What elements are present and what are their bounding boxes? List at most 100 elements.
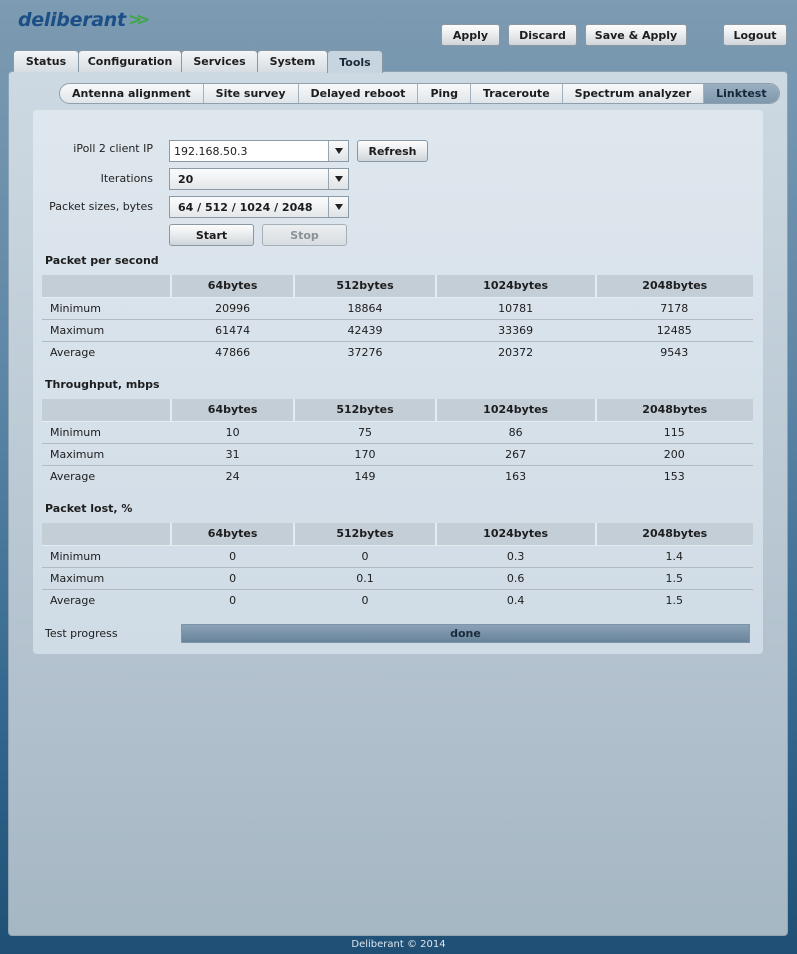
row-label: Average xyxy=(50,469,96,483)
row-label: Minimum xyxy=(42,545,171,568)
table-cell: 42439 xyxy=(294,319,436,342)
main-tab-bar: Status Configuration Services System Too… xyxy=(13,50,383,73)
column-header xyxy=(42,275,171,297)
row-label: Average xyxy=(50,345,96,359)
footer-copyright: Deliberant © 2014 xyxy=(351,939,446,950)
tab-tools[interactable]: Tools xyxy=(327,50,383,73)
throughput-table: 64bytes 512bytes 1024bytes 2048bytes Min… xyxy=(42,399,753,487)
table-cell: 12485 xyxy=(595,319,753,342)
packet-lost-title: Packet lost, % xyxy=(45,502,133,515)
table-cell: 200 xyxy=(595,443,753,466)
table-cell: 0 xyxy=(171,567,295,590)
tab-services[interactable]: Services xyxy=(181,50,258,72)
table-cell: 153 xyxy=(663,469,685,483)
table-cell: 0 xyxy=(361,593,369,607)
subtab-site-survey[interactable]: Site survey xyxy=(204,84,299,103)
table-cell: 9543 xyxy=(660,345,689,359)
table-row: Average 47866 37276 20372 9543 xyxy=(42,341,753,363)
table-cell: 18864 xyxy=(294,297,436,320)
table-cell: 0.1 xyxy=(294,567,436,590)
discard-button[interactable]: Discard xyxy=(508,24,577,46)
start-button[interactable]: Start xyxy=(169,224,254,246)
table-cell: 149 xyxy=(354,469,376,483)
table-cell: 1.5 xyxy=(595,567,753,590)
table-header-row: 64bytes 512bytes 1024bytes 2048bytes xyxy=(42,399,753,421)
iterations-label: Iterations xyxy=(100,172,153,185)
table-cell: 7178 xyxy=(595,297,753,320)
subtab-spectrum-analyzer[interactable]: Spectrum analyzer xyxy=(563,84,705,103)
row-label: Minimum xyxy=(42,421,171,444)
table-cell: 0.3 xyxy=(435,545,596,568)
table-header-row: 64bytes 512bytes 1024bytes 2048bytes xyxy=(42,275,753,297)
column-header: 512bytes xyxy=(293,275,436,297)
chevron-down-icon[interactable] xyxy=(328,141,348,161)
table-cell: 20372 xyxy=(498,345,534,359)
row-label: Maximum xyxy=(42,443,171,466)
table-cell: 0.4 xyxy=(506,593,525,607)
subtab-traceroute[interactable]: Traceroute xyxy=(471,84,563,103)
subtab-antenna-alignment[interactable]: Antenna alignment xyxy=(60,84,204,103)
table-cell: 115 xyxy=(595,421,753,444)
save-apply-button[interactable]: Save & Apply xyxy=(585,24,687,46)
packet-sizes-select[interactable]: 64 / 512 / 1024 / 2048 xyxy=(169,196,349,218)
table-cell: 0 xyxy=(171,545,295,568)
test-progress-bar: done xyxy=(181,624,750,643)
column-header: 64bytes xyxy=(169,275,295,297)
table-cell: 10 xyxy=(171,421,295,444)
tab-status[interactable]: Status xyxy=(13,50,79,72)
table-header-row: 64bytes 512bytes 1024bytes 2048bytes xyxy=(42,523,753,545)
subtab-linktest[interactable]: Linktest xyxy=(704,84,779,103)
column-header: 512bytes xyxy=(293,399,436,421)
table-cell: 24 xyxy=(225,469,240,483)
refresh-button[interactable]: Refresh xyxy=(357,140,428,162)
deliberant-logo: deliberant >> xyxy=(18,9,150,31)
chevron-down-icon[interactable] xyxy=(328,169,348,189)
tools-sub-tab-bar: Antenna alignment Site survey Delayed re… xyxy=(59,83,780,104)
iterations-value: 20 xyxy=(178,172,194,186)
table-cell: 33369 xyxy=(435,319,596,342)
table-cell: 20996 xyxy=(171,297,295,320)
table-cell: 0 xyxy=(229,593,237,607)
table-cell: 0 xyxy=(294,545,436,568)
packets-per-second-title: Packet per second xyxy=(45,254,159,267)
table-row: Maximum 31 170 267 200 xyxy=(42,443,753,466)
logout-button[interactable]: Logout xyxy=(723,24,787,46)
table-cell: 61474 xyxy=(171,319,295,342)
client-ip-combobox[interactable]: 192.168.50.3 xyxy=(169,140,349,162)
column-header: 1024bytes xyxy=(434,523,596,545)
table-cell: 10781 xyxy=(435,297,596,320)
packet-sizes-value: 64 / 512 / 1024 / 2048 xyxy=(178,200,313,214)
client-ip-label: iPoll 2 client IP xyxy=(73,142,153,155)
table-cell: 1.5 xyxy=(665,593,684,607)
table-cell: 267 xyxy=(435,443,596,466)
table-cell: 0.6 xyxy=(435,567,596,590)
table-cell: 37276 xyxy=(347,345,383,359)
packets-per-second-table: 64bytes 512bytes 1024bytes 2048bytes Min… xyxy=(42,275,753,363)
row-label: Minimum xyxy=(42,297,171,320)
iterations-select[interactable]: 20 xyxy=(169,168,349,190)
row-label: Maximum xyxy=(42,567,171,590)
table-cell: 47866 xyxy=(215,345,251,359)
throughput-title: Throughput, mbps xyxy=(45,378,160,391)
table-cell: 1.4 xyxy=(595,545,753,568)
progress-status: done xyxy=(450,627,481,640)
column-header: 64bytes xyxy=(169,399,295,421)
table-row: Minimum 10 75 86 115 xyxy=(42,421,753,444)
client-ip-value: 192.168.50.3 xyxy=(174,144,248,158)
subtab-ping[interactable]: Ping xyxy=(418,84,471,103)
tab-configuration[interactable]: Configuration xyxy=(78,50,182,72)
table-cell: 86 xyxy=(435,421,596,444)
table-cell: 75 xyxy=(294,421,436,444)
test-progress-label: Test progress xyxy=(45,627,118,640)
packet-sizes-label: Packet sizes, bytes xyxy=(49,200,153,213)
column-header: 1024bytes xyxy=(434,275,596,297)
table-cell: 163 xyxy=(505,469,527,483)
stop-button[interactable]: Stop xyxy=(262,224,347,246)
apply-button[interactable]: Apply xyxy=(441,24,500,46)
table-row: Average 24 149 163 153 xyxy=(42,465,753,487)
subtab-delayed-reboot[interactable]: Delayed reboot xyxy=(299,84,419,103)
tab-system[interactable]: System xyxy=(257,50,328,72)
chevron-down-icon[interactable] xyxy=(328,197,348,217)
column-header: 2048bytes xyxy=(594,275,753,297)
table-cell: 31 xyxy=(171,443,295,466)
